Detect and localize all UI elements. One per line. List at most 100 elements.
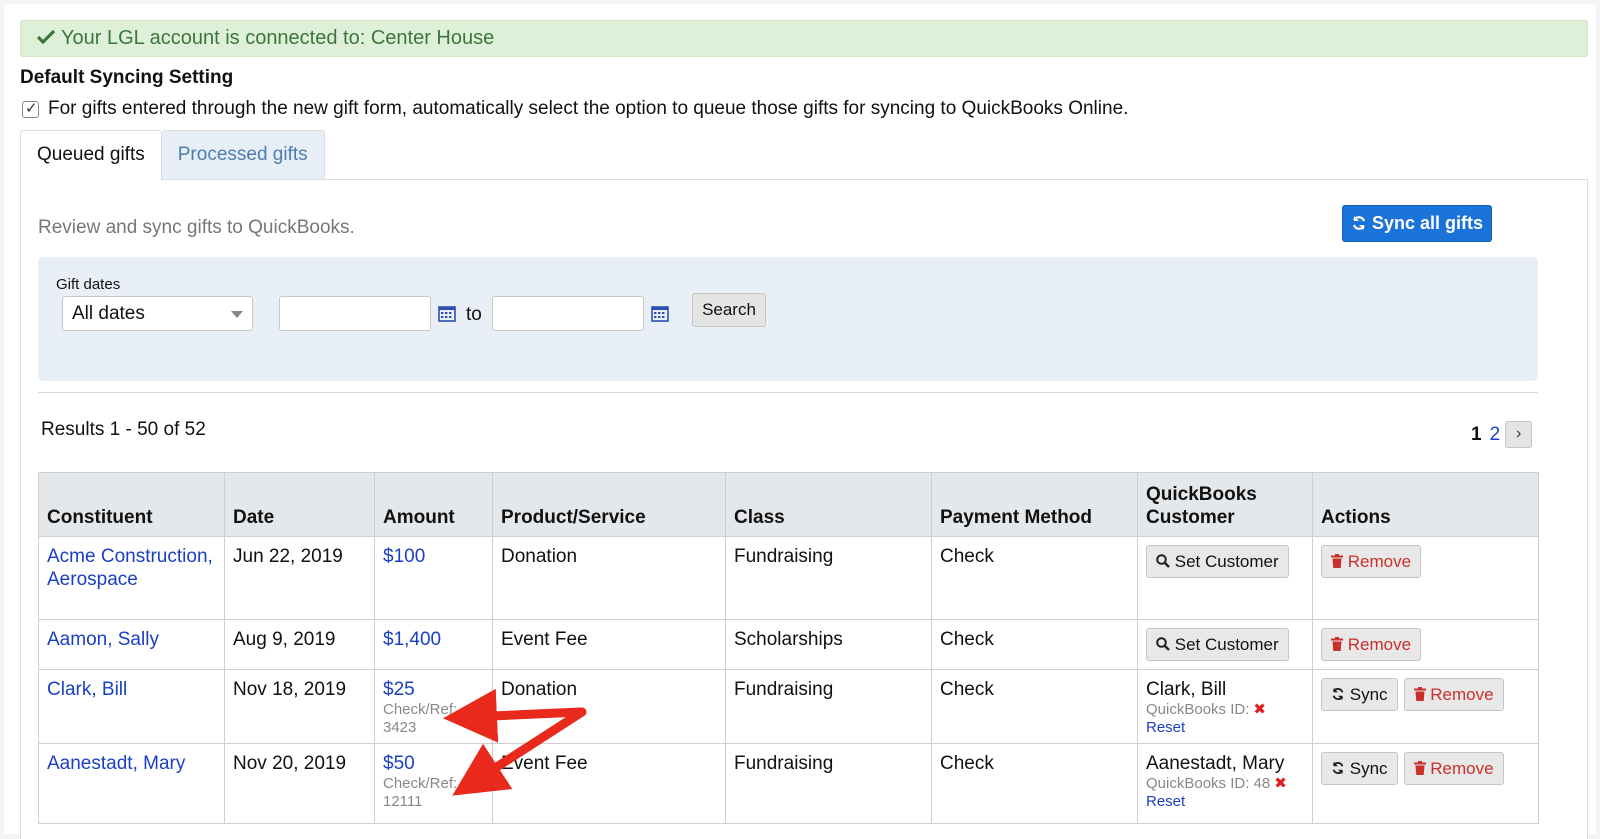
- qb-id-label: QuickBooks ID:: [1146, 701, 1250, 718]
- refresh-icon: [1331, 685, 1345, 704]
- remove-label: Remove: [1430, 685, 1494, 704]
- payment-method: Check: [931, 669, 1138, 744]
- refresh-icon: [1351, 213, 1372, 233]
- gift-date: Nov 20, 2019: [224, 743, 375, 824]
- reset-link[interactable]: Reset: [1146, 719, 1304, 737]
- remove-button[interactable]: Remove: [1321, 628, 1422, 661]
- column-header-payment-method[interactable]: Payment Method: [931, 472, 1138, 537]
- calendar-icon[interactable]: [438, 304, 456, 322]
- amount-link[interactable]: $100: [383, 546, 425, 567]
- remove-label: Remove: [1430, 759, 1494, 778]
- tab-queued-gifts[interactable]: Queued gifts: [20, 130, 162, 181]
- sync-label: Sync: [1349, 759, 1388, 778]
- product-service: Donation: [492, 536, 726, 620]
- payment-method: Check: [931, 743, 1138, 824]
- to-label: to: [466, 304, 482, 325]
- column-header-amount[interactable]: Amount: [374, 472, 493, 537]
- payment-method: Check: [931, 536, 1138, 620]
- sync-all-gifts-label: Sync all gifts: [1371, 213, 1484, 233]
- gift-dates-select-value: All dates: [72, 303, 145, 324]
- remove-label: Remove: [1347, 635, 1412, 654]
- section-title: Default Syncing Setting: [20, 67, 234, 88]
- alert-text: Your LGL account is connected to: Center…: [61, 27, 495, 49]
- trash-icon: [1413, 685, 1426, 704]
- table-header-row: Constituent Date Amount Product/Service …: [38, 472, 1539, 537]
- constituent-link[interactable]: Aanestadt, Mary: [47, 753, 185, 774]
- search-icon: [1156, 552, 1170, 571]
- column-header-product[interactable]: Product/Service: [492, 472, 726, 537]
- sync-button[interactable]: Sync: [1321, 752, 1398, 785]
- panel-description: Review and sync gifts to QuickBooks.: [38, 217, 355, 238]
- tab-processed-gifts[interactable]: Processed gifts: [161, 130, 325, 180]
- qb-customer-name: Aanestadt, Mary: [1146, 753, 1285, 774]
- check-ref-label: Check/Ref:: [383, 775, 458, 792]
- trash-icon: [1331, 635, 1343, 654]
- constituent-link[interactable]: Aamon, Sally: [47, 629, 159, 650]
- gift-date: Jun 22, 2019: [224, 536, 375, 620]
- gift-class: Scholarships: [725, 619, 932, 670]
- gift-class: Fundraising: [725, 536, 932, 620]
- remove-button[interactable]: Remove: [1321, 545, 1422, 578]
- next-page-button[interactable]: ›: [1505, 421, 1533, 448]
- set-customer-label: Set Customer: [1174, 552, 1279, 571]
- results-summary: Results 1 - 50 of 52: [41, 419, 206, 440]
- table-row: Aamon, Sally Aug 9, 2019 $1,400 Event Fe…: [38, 619, 1539, 670]
- search-icon: [1156, 635, 1170, 654]
- set-customer-button[interactable]: Set Customer: [1146, 628, 1289, 661]
- connection-alert: Your LGL account is connected to: Center…: [20, 20, 1588, 57]
- page-1-current: 1: [1471, 423, 1482, 445]
- remove-label: Remove: [1347, 552, 1412, 571]
- product-service: Event Fee: [492, 619, 726, 670]
- trash-icon: [1331, 552, 1343, 571]
- column-header-date[interactable]: Date: [224, 472, 375, 537]
- page-2-link[interactable]: 2: [1490, 424, 1501, 446]
- check-ref-label: Check/Ref:: [383, 701, 458, 718]
- check-icon: [36, 21, 56, 56]
- sync-setting: For gifts entered through the new gift f…: [22, 98, 1128, 120]
- sync-button[interactable]: Sync: [1321, 678, 1398, 711]
- calendar-icon[interactable]: [651, 304, 669, 322]
- tab-bar: Queued gifts Processed gifts: [20, 130, 325, 181]
- column-header-qb-customer[interactable]: QuickBooks Customer: [1137, 472, 1313, 537]
- pagination: 1 2 ›: [1471, 421, 1533, 448]
- gift-date: Aug 9, 2019: [224, 619, 375, 670]
- queue-sync-checkbox-label: For gifts entered through the new gift f…: [48, 98, 1129, 119]
- set-customer-button[interactable]: Set Customer: [1146, 545, 1289, 578]
- reset-link[interactable]: Reset: [1146, 793, 1304, 811]
- sync-label: Sync: [1349, 685, 1388, 704]
- amount-link[interactable]: $1,400: [383, 629, 441, 650]
- search-button[interactable]: Search: [692, 293, 766, 327]
- remove-button[interactable]: Remove: [1403, 752, 1504, 785]
- chevron-down-icon: [231, 311, 243, 318]
- product-service: Donation: [492, 669, 726, 744]
- check-ref-value: 12111: [383, 793, 423, 810]
- column-header-class[interactable]: Class: [725, 472, 932, 537]
- queue-sync-checkbox[interactable]: [22, 99, 39, 118]
- table-row: Clark, Bill Nov 18, 2019 $25 Check/Ref: …: [38, 669, 1539, 744]
- remove-button[interactable]: Remove: [1403, 678, 1504, 711]
- clear-qb-id-icon[interactable]: ✖: [1253, 701, 1266, 718]
- from-date-input[interactable]: [279, 296, 431, 331]
- clear-qb-id-icon[interactable]: ✖: [1274, 775, 1287, 792]
- gifts-table: Constituent Date Amount Product/Service …: [38, 472, 1539, 824]
- payment-method: Check: [931, 619, 1138, 670]
- amount-link[interactable]: $25: [383, 678, 484, 701]
- table-row: Acme Construction, Aerospace Jun 22, 201…: [38, 536, 1539, 620]
- gift-date: Nov 18, 2019: [224, 669, 375, 744]
- product-service: Event Fee: [492, 743, 726, 824]
- amount-link[interactable]: $50: [383, 752, 484, 775]
- gift-class: Fundraising: [725, 743, 932, 824]
- sync-all-gifts-button[interactable]: Sync all gifts: [1342, 205, 1492, 242]
- constituent-link[interactable]: Acme Construction, Aerospace: [47, 546, 213, 590]
- to-date-input[interactable]: [492, 296, 644, 331]
- divider: [38, 392, 1538, 393]
- column-header-constituent[interactable]: Constituent: [38, 472, 225, 537]
- check-ref-value: 3423: [383, 719, 417, 736]
- trash-icon: [1413, 759, 1426, 778]
- gift-dates-select[interactable]: All dates: [62, 296, 253, 331]
- constituent-link[interactable]: Clark, Bill: [47, 679, 127, 700]
- refresh-icon: [1331, 759, 1345, 778]
- qb-customer-name: Clark, Bill: [1146, 679, 1227, 700]
- qb-id-label: QuickBooks ID: 48: [1146, 775, 1271, 792]
- gift-class: Fundraising: [725, 669, 932, 744]
